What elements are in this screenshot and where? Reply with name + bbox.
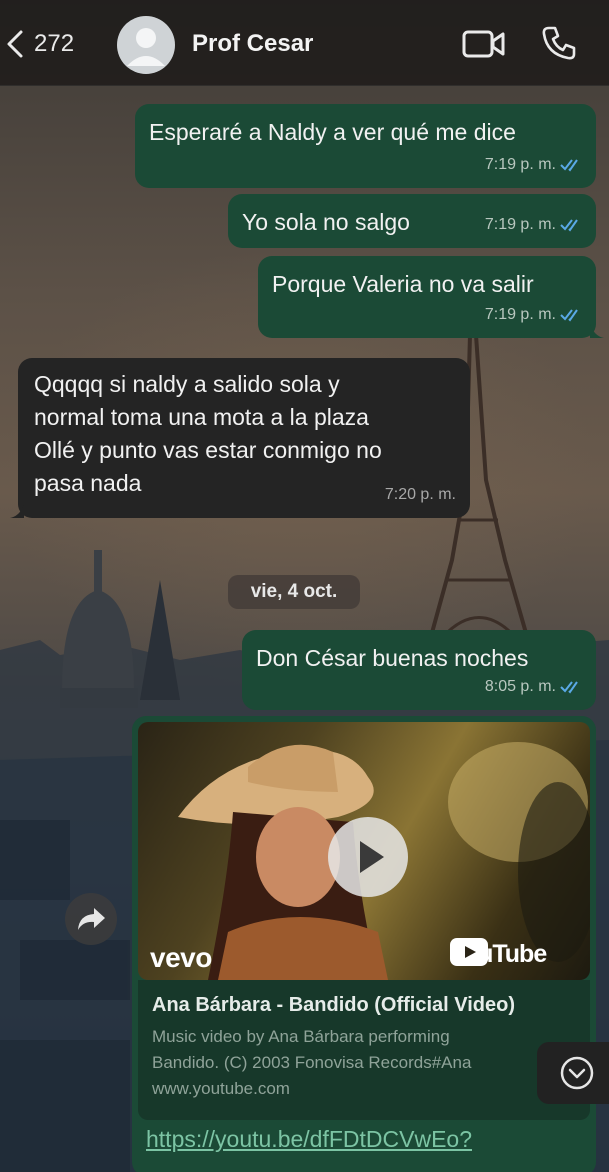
message-meta: 7:20 p. m. [385,478,456,511]
message-bubble-outgoing[interactable]: Don César buenas noches 8:05 p. m. [242,630,596,710]
message-meta: 7:19 p. m. [485,208,582,241]
voice-call-button[interactable] [541,25,577,61]
message-text: Yo sola no salgo [242,209,410,235]
message-text-line: normal toma una mota a la plaza [34,404,369,430]
message-time: 7:19 p. m. [484,156,556,173]
bubble-tail [10,504,24,518]
back-button[interactable]: 272 [4,24,74,64]
message-text-line: Qqqqq si naldy a salido sola y [34,371,340,397]
contact-name[interactable]: Prof Cesar [192,30,313,58]
message-time: 7:19 p. m. [484,216,556,233]
read-ticks-icon [560,308,578,322]
message-bubble-outgoing[interactable]: Yo sola no salgo 7:19 p. m. [228,194,596,248]
unread-count: 272 [34,30,75,57]
read-ticks-icon [560,680,578,694]
date-separator: vie, 4 oct. [228,575,360,609]
youtube-logo: YouTube [450,938,547,970]
youtube-play-icon [450,938,488,966]
message-text-line: Ollé y punto vas estar conmigo no [34,437,382,463]
link-preview-title: Ana Bárbara - Bandido (Official Video) [152,994,516,1016]
read-ticks-icon [560,218,578,232]
message-meta: 8:05 p. m. [485,670,582,703]
message-meta: 7:19 p. m. [485,148,582,181]
link-preview-description: Bandido. (C) 2003 Fonovisa Records#Ana [152,1053,472,1072]
play-icon [360,841,384,873]
forward-button[interactable] [65,893,117,945]
avatar-icon [127,28,165,66]
video-camera-icon [462,30,505,58]
link-preview-message[interactable]: vevo YouTube Ana Bárbara - Bandido (Offi… [132,716,596,1172]
link-preview-info[interactable]: Ana Bárbara - Bandido (Official Video) M… [138,980,590,1120]
message-text: Porque Valeria no va salir [272,271,534,297]
vevo-logo: vevo [150,942,212,973]
avatar[interactable] [117,16,175,74]
message-text: Don César buenas noches [256,645,529,671]
link-preview-description: Music video by Ana Bárbara performing [152,1027,450,1046]
play-button[interactable] [328,817,408,897]
message-link[interactable]: https://youtu.be/dfFDtDCVwEo? [146,1126,472,1153]
link-preview-domain: www.youtube.com [152,1079,290,1098]
message-meta: 7:19 p. m. [485,298,582,331]
message-time: 7:20 p. m. [384,486,456,503]
forward-arrow-icon [78,908,105,930]
phone-icon [542,26,576,60]
scroll-to-bottom-button[interactable] [537,1042,609,1104]
read-ticks-icon [560,158,578,172]
bubble-tail [590,324,604,338]
message-bubble-outgoing[interactable]: Esperaré a Naldy a ver qué me dice 7:19 … [135,104,596,188]
message-bubble-incoming[interactable]: Qqqqq si naldy a salido sola y normal to… [10,358,470,518]
chevron-down-circle-icon [560,1056,594,1090]
message-bubble-outgoing[interactable]: Porque Valeria no va salir 7:19 p. m. [258,256,604,338]
chevron-left-icon [4,29,26,59]
chat-header: 272 Prof Cesar [0,0,609,86]
message-time: 8:05 p. m. [484,678,556,695]
video-call-button[interactable] [462,28,506,60]
message-time: 7:19 p. m. [484,306,556,323]
message-text: Esperaré a Naldy a ver qué me dice [149,119,516,145]
video-thumbnail[interactable]: vevo YouTube [138,722,590,980]
